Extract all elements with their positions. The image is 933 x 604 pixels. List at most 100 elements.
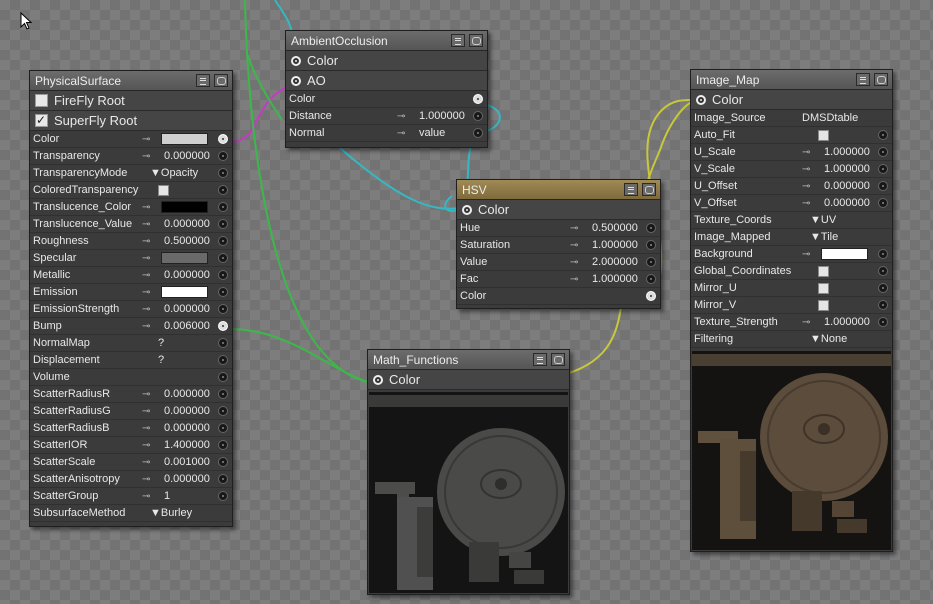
input-socket-icon[interactable] [218,491,228,501]
key-icon[interactable]: ⊸ [142,488,150,505]
parameter-value[interactable]: ▼UV [810,212,836,229]
input-socket-icon[interactable] [878,147,888,157]
parameter-value[interactable]: DMSDtable [802,110,858,127]
list-icon[interactable] [624,183,638,196]
parameter-row[interactable]: U_Offset ⊸ 0.000000 [691,178,892,195]
parameter-row[interactable]: Mirror_V [691,297,892,314]
color-swatch[interactable] [161,252,208,264]
parameter-value[interactable]: 0.000000 [164,267,210,284]
parameter-row[interactable]: Color ⊸ [30,131,232,148]
input-socket-icon[interactable] [473,128,483,138]
output-header[interactable]: Color [691,90,892,110]
input-socket-icon[interactable] [218,151,228,161]
key-icon[interactable]: ⊸ [142,471,150,488]
input-socket-icon[interactable] [646,257,656,267]
parameter-row[interactable]: Mirror_U [691,280,892,297]
preview-icon[interactable] [551,353,565,366]
preview-icon[interactable] [642,183,656,196]
parameter-row[interactable]: Global_Coordinates [691,263,892,280]
parameter-row[interactable]: EmissionStrength ⊸ 0.000000 [30,301,232,318]
parameter-row[interactable]: Translucence_Color ⊸ [30,199,232,216]
input-socket-icon[interactable] [218,457,228,467]
output-header[interactable]: Color [457,200,660,220]
output-socket-icon[interactable] [291,55,301,66]
key-icon[interactable]: ⊸ [802,161,810,178]
checkbox[interactable] [818,300,829,311]
parameter-row[interactable]: Fac ⊸ 1.000000 [457,271,660,288]
input-socket-icon[interactable] [878,300,888,310]
list-icon[interactable] [533,353,547,366]
key-icon[interactable]: ⊸ [570,237,578,254]
parameter-row[interactable]: U_Scale ⊸ 1.000000 [691,144,892,161]
key-icon[interactable]: ⊸ [142,148,150,165]
parameter-row[interactable]: Roughness ⊸ 0.500000 [30,233,232,250]
color-swatch[interactable] [161,201,208,213]
parameter-row[interactable]: ScatterIOR ⊸ 1.400000 [30,437,232,454]
parameter-row[interactable]: ColoredTransparency [30,182,232,199]
parameter-value[interactable]: 0.000000 [164,216,210,233]
key-icon[interactable]: ⊸ [397,125,405,142]
parameter-row[interactable]: Auto_Fit [691,127,892,144]
parameter-row[interactable]: Specular ⊸ [30,250,232,267]
input-socket-icon[interactable] [646,223,656,233]
input-socket-icon[interactable] [878,266,888,276]
parameter-value[interactable]: 1.000000 [592,271,638,288]
math-functions-titlebar[interactable]: Math_Functions [368,350,569,370]
input-socket-icon[interactable] [878,164,888,174]
parameter-value[interactable]: ▼Opacity [150,165,198,182]
output-socket-icon[interactable] [218,321,228,331]
input-socket-icon[interactable] [218,389,228,399]
parameter-value[interactable]: 1.000000 [419,108,465,125]
parameter-value[interactable]: 0.000000 [164,301,210,318]
parameter-row[interactable]: Image_Source DMSDtable [691,110,892,127]
key-icon[interactable]: ⊸ [142,233,150,250]
output-header[interactable]: AO [286,71,487,91]
color-swatch[interactable] [161,133,208,145]
input-socket-icon[interactable] [218,287,228,297]
input-socket-icon[interactable] [218,406,228,416]
parameter-row[interactable]: Displacement? [30,352,232,369]
output-socket-icon[interactable] [696,94,706,105]
input-socket-icon[interactable] [218,219,228,229]
input-socket-icon[interactable] [218,236,228,246]
checkbox[interactable] [35,110,48,130]
parameter-row[interactable]: ScatterRadiusG ⊸ 0.000000 [30,403,232,420]
parameter-value[interactable]: 0.001000 [164,454,210,471]
hsv-titlebar[interactable]: HSV [457,180,660,200]
parameter-value[interactable]: ? [158,352,164,369]
parameter-row[interactable]: Texture_Coords ▼UV [691,212,892,229]
parameter-row[interactable]: Color [286,91,487,108]
parameter-row[interactable]: Metallic ⊸ 0.000000 [30,267,232,284]
root-toggle[interactable]: FireFly Root [30,91,232,111]
key-icon[interactable]: ⊸ [142,403,150,420]
key-icon[interactable]: ⊸ [802,314,810,331]
output-socket-icon[interactable] [462,204,472,215]
key-icon[interactable]: ⊸ [142,284,150,301]
parameter-row[interactable]: ScatterAnisotropy ⊸ 0.000000 [30,471,232,488]
parameter-value[interactable]: 0.000000 [824,178,870,195]
parameter-row[interactable]: Emission ⊸ [30,284,232,301]
parameter-value[interactable]: ▼None [810,331,847,348]
input-socket-icon[interactable] [878,317,888,327]
physical-surface-node[interactable]: PhysicalSurface FireFly Root SuperFly Roo… [29,70,233,527]
parameter-row[interactable]: ScatterGroup ⊸ 1 [30,488,232,505]
parameter-value[interactable]: ▼Burley [150,505,192,522]
preview-icon[interactable] [469,34,483,47]
parameter-row[interactable]: Translucence_Value ⊸ 0.000000 [30,216,232,233]
output-socket-icon[interactable] [473,94,483,104]
parameter-row[interactable]: Hue ⊸ 0.500000 [457,220,660,237]
parameter-row[interactable]: ScatterRadiusB ⊸ 0.000000 [30,420,232,437]
input-socket-icon[interactable] [878,198,888,208]
parameter-row[interactable]: V_Scale ⊸ 1.000000 [691,161,892,178]
key-icon[interactable]: ⊸ [142,267,150,284]
image-map-node[interactable]: Image_Map Color Image_Source DMSDtable Aut… [690,69,893,552]
output-socket-icon[interactable] [646,291,656,301]
input-socket-icon[interactable] [473,111,483,121]
color-swatch[interactable] [161,286,208,298]
key-icon[interactable]: ⊸ [802,178,810,195]
input-socket-icon[interactable] [218,168,228,178]
checkbox[interactable] [818,283,829,294]
parameter-row[interactable]: Texture_Strength ⊸ 1.000000 [691,314,892,331]
math-functions-node[interactable]: Math_Functions Color [367,349,570,595]
physical-surface-titlebar[interactable]: PhysicalSurface [30,71,232,91]
